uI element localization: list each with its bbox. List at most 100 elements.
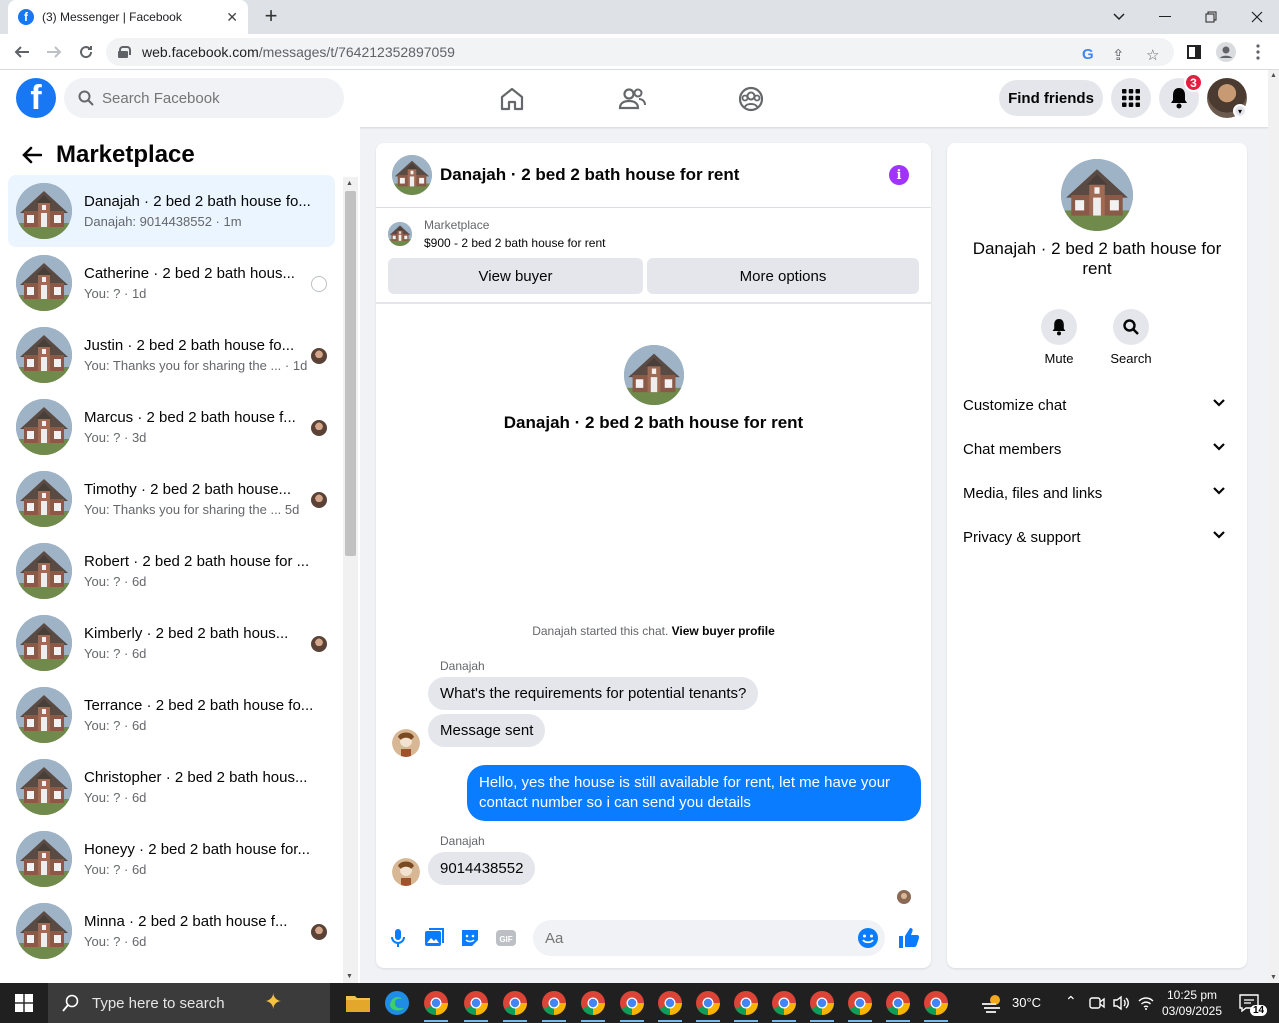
chrome-taskbar-icon[interactable] [693, 988, 723, 1022]
chrome-taskbar-icon[interactable] [655, 988, 685, 1022]
chrome-taskbar-icon[interactable] [500, 988, 530, 1022]
photo-icon[interactable] [422, 926, 446, 950]
chat-title[interactable]: Danajah · 2 bed 2 bath house for rent [440, 165, 739, 185]
page-scrollbar[interactable]: ▲ ▼ [1268, 70, 1279, 983]
weather-icon[interactable] [980, 993, 1004, 1013]
taskbar-search[interactable]: ✦ [48, 983, 330, 1023]
windows-start-icon[interactable] [0, 983, 48, 1023]
volume-icon[interactable] [1112, 995, 1130, 1011]
chrome-profile-icon[interactable] [1212, 38, 1240, 66]
google-icon[interactable]: G [1082, 46, 1094, 63]
conversation-text: Marcus · 2 bed 2 bath house f... You: ? ·… [84, 409, 319, 445]
groups-icon[interactable] [736, 84, 766, 114]
account-chevron-down-icon[interactable]: ▾ [1233, 104, 1247, 118]
meet-icon[interactable] [1089, 995, 1105, 1011]
sidebar-scrollbar[interactable]: ▲ ▼ [343, 177, 358, 983]
conversation-item[interactable]: Marcus · 2 bed 2 bath house f... You: ? ·… [8, 391, 335, 463]
facebook-logo[interactable]: f [16, 78, 56, 118]
conversation-item[interactable]: Robert · 2 bed 2 bath house for ... You: … [8, 535, 335, 607]
microphone-icon[interactable] [386, 926, 410, 950]
danajah-avatar[interactable] [392, 729, 420, 757]
lock-icon[interactable] [118, 46, 131, 58]
forward-icon[interactable] [40, 38, 68, 66]
friends-icon[interactable] [617, 84, 647, 114]
conversation-item[interactable]: Minna · 2 bed 2 bath house f... You: ? · … [8, 895, 335, 967]
tab-search-icon[interactable] [1096, 0, 1142, 34]
thumbs-up-icon[interactable] [897, 926, 921, 950]
chrome-taskbar-icon[interactable] [769, 988, 799, 1022]
minimize-button[interactable] [1142, 0, 1188, 34]
info-house-avatar[interactable] [1061, 159, 1133, 231]
sidebar-scroll-thumb[interactable] [345, 191, 356, 556]
sidepanel-icon[interactable] [1180, 38, 1208, 66]
info-icon[interactable]: i [889, 165, 909, 185]
mute-button[interactable]: Mute [1029, 309, 1089, 366]
media-files-links-row[interactable]: Media, files and links [955, 471, 1239, 515]
home-icon[interactable] [497, 84, 527, 114]
address-bar[interactable]: web.facebook.com/messages/t/764212352897… [106, 38, 1174, 66]
emoji-icon[interactable] [857, 927, 879, 949]
reload-icon[interactable] [72, 38, 100, 66]
chrome-taskbar-icon[interactable] [883, 988, 913, 1022]
customize-chat-row[interactable]: Customize chat [955, 383, 1239, 427]
privacy-support-row[interactable]: Privacy & support [955, 515, 1239, 559]
chrome-taskbar-icon[interactable] [731, 988, 761, 1022]
chrome-taskbar-icon[interactable] [845, 988, 875, 1022]
find-friends-button[interactable]: Find friends [999, 80, 1103, 116]
facebook-search[interactable] [64, 78, 344, 118]
conversation-item[interactable]: Catherine · 2 bed 2 bath hous... You: ? ·… [8, 247, 335, 319]
chrome-taskbar-icon[interactable] [539, 988, 569, 1022]
chrome-taskbar-icon[interactable] [421, 988, 451, 1022]
view-buyer-button[interactable]: View buyer [388, 258, 643, 294]
menu-grid-icon[interactable] [1111, 78, 1151, 118]
chrome-menu-icon[interactable] [1244, 38, 1272, 66]
conversation-item[interactable]: Terrance · 2 bed 2 bath house fo... You: … [8, 679, 335, 751]
gif-icon[interactable]: GIF [494, 926, 518, 950]
mute-label: Mute [1044, 351, 1074, 366]
close-window-button[interactable] [1234, 0, 1279, 34]
message-input-box[interactable] [533, 920, 885, 956]
chat-members-row[interactable]: Chat members [955, 427, 1239, 471]
chrome-taskbar-icon[interactable] [807, 988, 837, 1022]
message-bubble-incoming[interactable]: 9014438552 [428, 852, 536, 885]
chrome-taskbar-icon[interactable] [578, 988, 608, 1022]
chrome-taskbar-icon[interactable] [461, 988, 491, 1022]
file-explorer-icon[interactable] [343, 988, 373, 1018]
conversation-item[interactable]: Timothy · 2 bed 2 bath house... You: Than… [8, 463, 335, 535]
chrome-taskbar-icon[interactable] [921, 988, 951, 1022]
sticker-icon[interactable] [458, 926, 482, 950]
conversation-item[interactable]: Christopher · 2 bed 2 bath hous... You: ?… [8, 751, 335, 823]
restore-button[interactable] [1188, 0, 1234, 34]
conversation-preview: You: ? · 6d [84, 718, 147, 733]
conversation-item[interactable]: Danajah · 2 bed 2 bath house fo... Danaja… [8, 175, 335, 247]
view-buyer-profile-link[interactable]: View buyer profile [672, 624, 775, 638]
back-arrow-icon[interactable] [16, 139, 48, 171]
share-icon[interactable]: ⇪ [1112, 46, 1125, 64]
browser-tab[interactable]: f (3) Messenger | Facebook ✕ [8, 0, 248, 34]
chat-house-avatar[interactable] [392, 155, 432, 195]
conversation-item[interactable]: Justin · 2 bed 2 bath house fo... You: Th… [8, 319, 335, 391]
message-input[interactable] [545, 929, 835, 947]
more-options-button[interactable]: More options [647, 258, 919, 294]
search-chat-button[interactable]: Search [1101, 309, 1161, 366]
back-icon[interactable] [8, 38, 36, 66]
search-input[interactable] [102, 89, 302, 107]
chrome-taskbar-icon[interactable] [617, 988, 647, 1022]
taskbar-search-input[interactable] [92, 994, 252, 1012]
danajah-avatar[interactable] [392, 858, 420, 886]
clock[interactable]: 10:25 pm 03/09/2025 [1160, 987, 1224, 1019]
message-bubble-incoming[interactable]: Message sent [428, 714, 546, 747]
message-bubble-outgoing[interactable]: Hello, yes the house is still available … [467, 765, 921, 821]
new-tab-button[interactable]: + [258, 4, 284, 30]
conversation-item[interactable]: Honeyy · 2 bed 2 bath house for... You: ?… [8, 823, 335, 895]
bookmark-star-icon[interactable]: ☆ [1146, 46, 1159, 64]
conversation-text: Terrance · 2 bed 2 bath house fo... You: … [84, 697, 319, 733]
wifi-icon[interactable] [1138, 996, 1154, 1010]
listing-info[interactable]: Marketplace $900 - 2 bed 2 bath house fo… [388, 218, 605, 250]
conversation-name: Christopher · 2 bed 2 bath hous... [84, 769, 308, 786]
close-tab-icon[interactable]: ✕ [226, 9, 238, 26]
message-bubble-incoming[interactable]: What's the requirements for potential te… [428, 677, 759, 710]
edge-icon[interactable] [382, 988, 412, 1018]
chevron-up-icon[interactable]: ⌃ [1065, 993, 1077, 1010]
conversation-item[interactable]: Kimberly · 2 bed 2 bath hous... You: ? · … [8, 607, 335, 679]
